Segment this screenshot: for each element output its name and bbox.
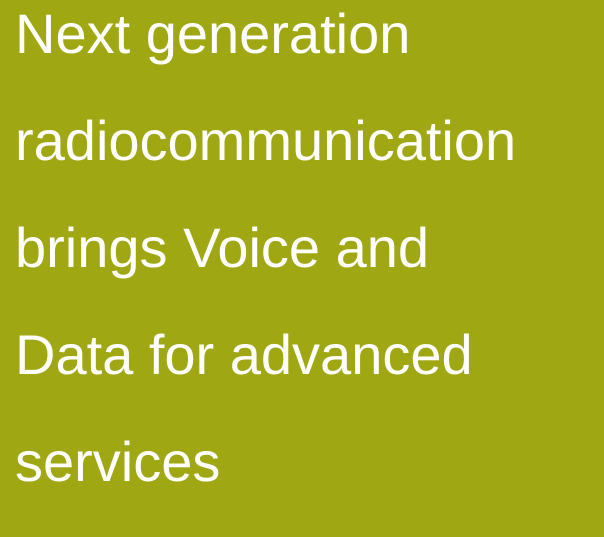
headline-line-1: Next generation [15, 2, 411, 65]
headline-line-4: Data for advanced [15, 323, 473, 386]
headline-line-2: radiocommunication [15, 109, 517, 172]
headline: Next generation radiocommunication bring… [15, 2, 600, 537]
headline-line-3: brings Voice and [15, 216, 430, 279]
promo-banner: Next generation radiocommunication bring… [0, 0, 604, 493]
